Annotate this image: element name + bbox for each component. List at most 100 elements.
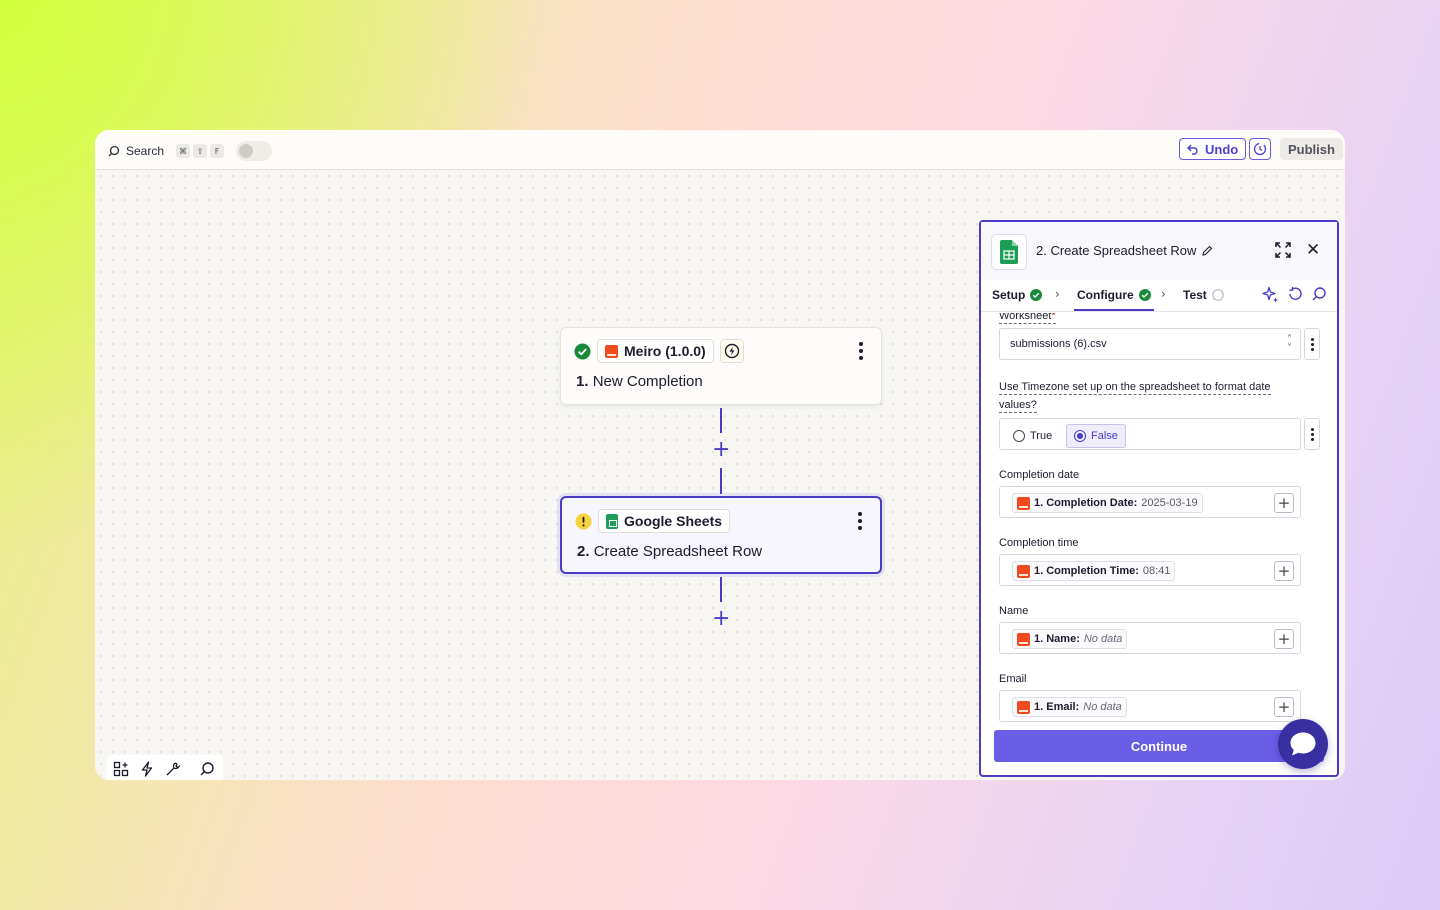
close-icon[interactable]: ✕ — [1306, 240, 1320, 260]
tab-configure[interactable]: Configure — [1074, 288, 1154, 311]
google-sheets-icon — [1000, 240, 1018, 264]
step-number: 2. — [577, 543, 590, 560]
timezone-label: Use Timezone set up on the spreadsheet t… — [999, 381, 1271, 395]
lightning-icon[interactable] — [139, 761, 155, 777]
required-marker: * — [1051, 313, 1056, 322]
toggle-knob — [239, 144, 254, 158]
check-circle-icon — [1138, 289, 1151, 301]
expand-icon[interactable] — [1275, 242, 1291, 258]
workflow-canvas[interactable]: Meiro (1.0.0) 1. New Completion + Google… — [95, 170, 1345, 780]
radio-circle-selected — [1074, 430, 1086, 442]
search-control[interactable]: Search ⌘ ⇧ F — [108, 141, 273, 161]
sparkle-icon[interactable] — [1262, 286, 1279, 303]
search-icon[interactable] — [1311, 286, 1327, 302]
undo-label: Undo — [1205, 141, 1239, 157]
meiro-logo-icon — [1017, 700, 1030, 714]
node-menu-button[interactable] — [858, 512, 862, 530]
pencil-icon[interactable] — [1202, 245, 1213, 256]
node-header: Google Sheets — [575, 509, 731, 533]
history-icon — [1253, 142, 1267, 156]
tab-test[interactable]: Test — [1183, 288, 1224, 302]
publish-button[interactable]: Publish — [1280, 138, 1343, 160]
step-node-action[interactable]: Google Sheets 2. Create Spreadsheet Row — [560, 496, 882, 574]
panel-title[interactable]: 2. Create Spreadsheet Row — [1036, 243, 1213, 258]
completion-time-input[interactable]: 1. Completion Time: 08:41 + — [999, 554, 1301, 586]
insert-data-button[interactable]: + — [1274, 629, 1294, 649]
step-node-trigger[interactable]: Meiro (1.0.0) 1. New Completion — [560, 327, 882, 405]
insert-data-button[interactable]: + — [1274, 493, 1294, 513]
node-menu-button[interactable] — [859, 342, 863, 360]
radio-label: False — [1091, 430, 1118, 442]
search-icon[interactable] — [199, 761, 215, 777]
field-options-button[interactable] — [1304, 328, 1320, 360]
history-button[interactable] — [1249, 138, 1271, 160]
completion-date-input[interactable]: 1. Completion Date: 2025-03-19 + — [999, 486, 1301, 518]
chip-value: 2025-03-19 — [1141, 497, 1198, 509]
insert-data-button[interactable]: + — [1274, 697, 1294, 717]
worksheet-select[interactable]: submissions (6).csv ˄ ˅ — [999, 328, 1301, 360]
wrench-icon[interactable] — [165, 761, 181, 777]
top-bar: Search ⌘ ⇧ F Undo Publish — [95, 130, 1345, 170]
app-pill-meiro: Meiro (1.0.0) — [597, 339, 714, 363]
apps-grid-icon[interactable] — [113, 761, 129, 777]
panel-app-icon — [991, 234, 1027, 270]
insert-data-button[interactable]: + — [1274, 561, 1294, 581]
node-title: 1. New Completion — [576, 373, 703, 390]
undo-button[interactable]: Undo — [1179, 138, 1247, 160]
search-shortcut: ⌘ ⇧ F — [176, 144, 225, 158]
instant-trigger-icon — [724, 343, 739, 359]
radio-false[interactable]: False — [1066, 424, 1126, 448]
email-input[interactable]: 1. Email: No data + — [999, 690, 1301, 722]
name-input[interactable]: 1. Name: No data + — [999, 622, 1301, 654]
panel-title-text: 2. Create Spreadsheet Row — [1036, 243, 1197, 258]
panel-tools — [1262, 286, 1327, 303]
field-label: Completion date — [999, 469, 1080, 481]
meiro-logo-icon — [1017, 632, 1030, 646]
mapped-field-chip[interactable]: 1. Email: No data — [1012, 697, 1127, 717]
mapped-field-chip[interactable]: 1. Completion Time: 08:41 — [1012, 561, 1176, 581]
refresh-icon[interactable] — [1287, 286, 1303, 302]
tab-label: Configure — [1077, 288, 1134, 302]
radio-true[interactable]: True — [1006, 424, 1059, 448]
step-config-panel: 2. Create Spreadsheet Row ✕ Setup › Conf… — [979, 220, 1339, 777]
chevron-right-icon: › — [1161, 287, 1166, 301]
app-pill-google-sheets: Google Sheets — [598, 509, 731, 533]
check-circle-icon — [1030, 289, 1043, 301]
meiro-logo-icon — [605, 344, 618, 358]
chip-value: No data — [1083, 701, 1122, 713]
chip-key: 1. Completion Date: — [1034, 497, 1138, 509]
mode-toggle[interactable] — [236, 141, 273, 161]
chip-key: 1. Name: — [1034, 633, 1080, 645]
google-sheets-icon — [606, 513, 618, 529]
chat-bubble-icon — [1290, 732, 1316, 756]
tab-setup[interactable]: Setup — [992, 288, 1043, 302]
timezone-radio-group: True False — [999, 418, 1301, 450]
undo-icon — [1187, 144, 1198, 155]
mapped-field-chip[interactable]: 1. Name: No data — [1012, 629, 1128, 649]
node-header: Meiro (1.0.0) — [574, 339, 744, 363]
continue-button[interactable]: Continue — [994, 730, 1324, 762]
chat-support-button[interactable] — [1278, 719, 1328, 769]
step-title: Create Spreadsheet Row — [593, 543, 763, 560]
step-number: 1. — [576, 373, 589, 390]
chip-value: No data — [1083, 633, 1123, 645]
field-label: Completion time — [999, 537, 1079, 549]
success-check-icon — [574, 343, 591, 359]
chip-key: 1. Completion Time: — [1034, 565, 1139, 577]
field-label: Name — [999, 605, 1029, 617]
field-options-button[interactable] — [1304, 418, 1320, 450]
add-step-button[interactable]: + — [712, 439, 730, 461]
panel-header: 2. Create Spreadsheet Row ✕ — [981, 222, 1337, 280]
add-step-button[interactable]: + — [712, 608, 730, 630]
editor-window: Search ⌘ ⇧ F Undo Publish Meiro (1.0.0) — [95, 130, 1345, 780]
mapped-field-chip[interactable]: 1. Completion Date: 2025-03-19 — [1012, 493, 1203, 513]
radio-label: True — [1030, 430, 1053, 442]
connector-line — [720, 468, 722, 494]
chip-value: 08:41 — [1142, 565, 1171, 577]
shortcut-key: ⇧ — [193, 144, 208, 158]
shortcut-key: ⌘ — [176, 144, 191, 158]
tab-label: Test — [1183, 288, 1207, 302]
step-title: New Completion — [592, 373, 703, 390]
app-name: Meiro (1.0.0) — [624, 343, 706, 359]
worksheet-value: submissions (6).csv — [1010, 338, 1107, 350]
